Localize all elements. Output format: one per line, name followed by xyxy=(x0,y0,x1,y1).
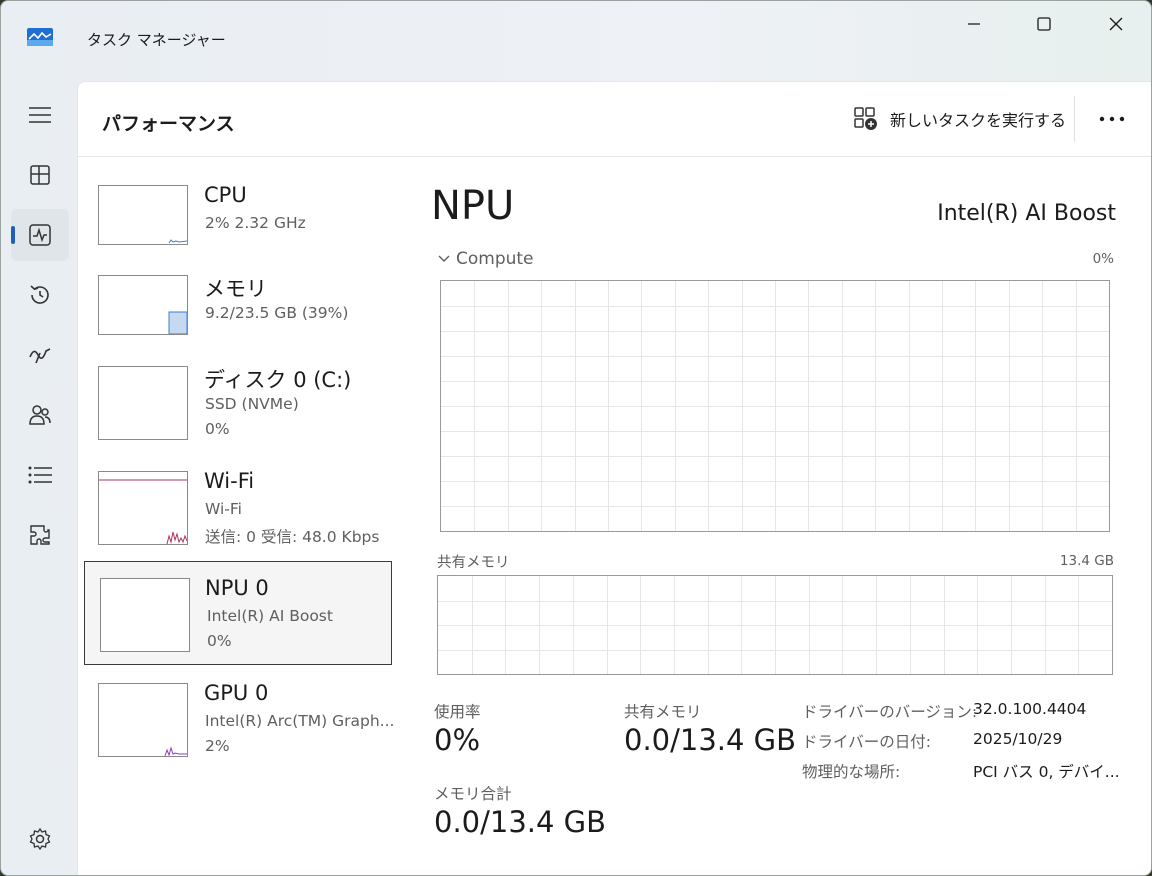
nav-processes[interactable] xyxy=(11,149,69,201)
minimize-button[interactable] xyxy=(951,9,997,39)
more-options-button[interactable] xyxy=(1094,104,1130,134)
shared-memory-graph-max: 13.4 GB xyxy=(1059,553,1114,569)
resource-detail: 9.2/23.5 GB (39%) xyxy=(205,304,349,322)
nav-active-indicator xyxy=(11,226,15,244)
npu-thumbnail-graph xyxy=(100,578,190,652)
resource-name: Wi-Fi xyxy=(204,469,255,493)
driver-version-value: 32.0.100.4404 xyxy=(973,700,1087,718)
chevron-down-icon xyxy=(438,255,450,262)
window-title: タスク マネージャー xyxy=(87,31,226,49)
panel-header: パフォーマンス 新しいタスクを実行する xyxy=(78,82,1151,157)
more-icon xyxy=(1099,116,1125,122)
cpu-thumbnail-graph xyxy=(98,185,188,245)
run-task-icon xyxy=(854,107,877,130)
gpu-thumbnail-graph xyxy=(98,683,188,757)
resource-usage: 0% xyxy=(205,420,230,438)
resource-detail: Wi-Fi xyxy=(205,500,242,518)
resource-item-disk[interactable]: ディスク 0 (C:) SSD (NVMe) 0% xyxy=(84,346,392,450)
device-name: Intel(R) AI Boost xyxy=(937,201,1116,226)
driver-date-label: ドライバーの日付: xyxy=(802,733,931,751)
minimize-icon xyxy=(968,23,980,25)
nav-startup-apps[interactable] xyxy=(11,329,69,381)
run-new-task-button[interactable]: 新しいタスクを実行する xyxy=(854,104,1066,134)
resource-throughput: 送信: 0 受信: 48.0 Kbps xyxy=(205,528,380,546)
resource-name: ディスク 0 (C:) xyxy=(204,368,352,392)
performance-icon xyxy=(29,224,51,246)
maximize-button[interactable] xyxy=(1021,9,1067,39)
header-divider xyxy=(1074,96,1075,142)
compute-label: Compute xyxy=(456,249,534,269)
nav-performance[interactable] xyxy=(11,209,69,261)
driver-date-value: 2025/10/29 xyxy=(973,730,1063,748)
total-memory-value: 0.0/13.4 GB xyxy=(434,805,607,839)
maximize-icon xyxy=(1037,17,1051,31)
resource-item-npu[interactable]: NPU 0 Intel(R) AI Boost 0% xyxy=(84,561,392,665)
page-title: パフォーマンス xyxy=(102,113,235,135)
shared-memory-graph-label: 共有メモリ xyxy=(437,555,510,571)
resource-name: GPU 0 xyxy=(204,681,269,705)
main-panel: パフォーマンス 新しいタスクを実行する CPU 2% 2.32 GHz メモリ … xyxy=(77,81,1151,875)
driver-version-label: ドライバーのバージョン: xyxy=(802,703,978,721)
nav-app-history[interactable] xyxy=(11,269,69,321)
nav-users[interactable] xyxy=(11,389,69,441)
nav-details[interactable] xyxy=(11,449,69,501)
startup-apps-icon xyxy=(29,348,51,364)
close-button[interactable] xyxy=(1093,9,1139,39)
resource-item-memory[interactable]: メモリ 9.2/23.5 GB (39%) xyxy=(84,255,392,359)
resource-item-wifi[interactable]: Wi-Fi Wi-Fi 送信: 0 受信: 48.0 Kbps xyxy=(84,451,392,555)
title-bar: タスク マネージャー xyxy=(1,1,1151,81)
compute-max-label: 0% xyxy=(1092,251,1114,267)
shared-memory-label: 共有メモリ xyxy=(624,703,702,721)
resource-name: メモリ xyxy=(204,277,267,301)
total-memory-label: メモリ合計 xyxy=(434,785,512,803)
npu-detail-pane: NPU Intel(R) AI Boost Compute 0% 共有メモリ 1… xyxy=(418,157,1151,875)
resource-detail: 2% 2.32 GHz xyxy=(205,214,306,232)
shared-memory-graph xyxy=(437,575,1113,675)
resource-item-gpu[interactable]: GPU 0 Intel(R) Arc(TM) Graph... 2% xyxy=(84,667,395,771)
task-manager-logo-icon xyxy=(27,28,53,46)
shared-memory-value: 0.0/13.4 GB xyxy=(624,723,797,757)
usage-value: 0% xyxy=(434,723,481,757)
resource-item-cpu[interactable]: CPU 2% 2.32 GHz xyxy=(84,165,392,269)
resource-detail: Intel(R) Arc(TM) Graph... xyxy=(205,712,395,730)
users-icon xyxy=(29,405,51,425)
wifi-thumbnail-graph xyxy=(98,471,188,545)
resource-usage: 0% xyxy=(207,632,232,650)
detail-title: NPU xyxy=(431,183,515,229)
nav-sidebar xyxy=(1,81,77,875)
nav-services[interactable] xyxy=(11,509,69,561)
details-icon xyxy=(28,466,52,484)
services-icon xyxy=(30,525,50,545)
app-history-icon xyxy=(30,285,49,304)
run-task-label: 新しいタスクを実行する xyxy=(890,111,1067,130)
settings-icon xyxy=(29,828,51,850)
resource-detail: SSD (NVMe) xyxy=(205,395,299,413)
physical-location-value: PCI バス 0, デバイ... xyxy=(973,763,1120,781)
hamburger-icon xyxy=(29,107,51,123)
resource-list: CPU 2% 2.32 GHz メモリ 9.2/23.5 GB (39%) ディ… xyxy=(78,157,394,875)
nav-menu-button[interactable] xyxy=(11,89,69,141)
compute-dropdown[interactable]: Compute xyxy=(438,249,534,269)
disk-thumbnail-graph xyxy=(98,366,188,440)
usage-label: 使用率 xyxy=(434,703,481,721)
resource-usage: 2% xyxy=(205,737,230,755)
close-icon xyxy=(1109,17,1123,31)
resource-name: CPU xyxy=(204,183,247,207)
task-manager-window: タスク マネージャー パフォーマンス 新しいタスクを実行する CPU 2% 2.… xyxy=(0,0,1152,876)
resource-name: NPU 0 xyxy=(205,576,269,600)
physical-location-label: 物理的な場所: xyxy=(802,763,901,781)
nav-settings[interactable] xyxy=(11,813,69,865)
compute-graph xyxy=(440,280,1110,532)
resource-detail: Intel(R) AI Boost xyxy=(207,607,333,625)
processes-icon xyxy=(30,165,50,185)
memory-thumbnail-graph xyxy=(98,275,188,335)
